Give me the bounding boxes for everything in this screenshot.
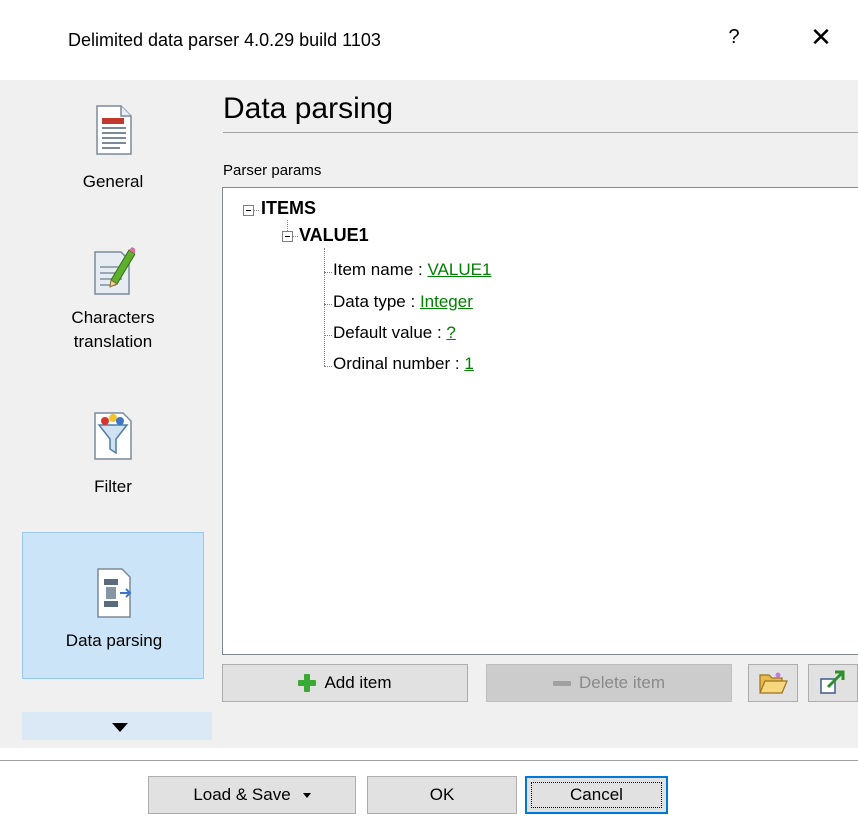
title-bar: Delimited data parser 4.0.29 build 1103 … xyxy=(0,0,858,80)
cancel-button[interactable]: Cancel xyxy=(525,776,668,814)
add-item-button[interactable]: Add item xyxy=(222,664,468,702)
tree-node-items[interactable]: ITEMS xyxy=(261,198,316,219)
tree-connector xyxy=(324,304,332,305)
nav-label-data-parsing: Data parsing xyxy=(65,631,163,650)
nav-item-filter[interactable]: Filter xyxy=(22,405,204,505)
nav-label-filter: Filter xyxy=(94,477,132,496)
export-button[interactable] xyxy=(808,664,858,702)
data-parsing-icon xyxy=(97,568,132,618)
open-button[interactable] xyxy=(748,664,798,702)
chevron-down-icon xyxy=(112,723,128,732)
nav-label-translation: translation xyxy=(73,332,153,351)
footer-divider xyxy=(0,760,858,761)
chevron-down-icon xyxy=(302,792,311,798)
delete-minus-icon xyxy=(553,680,571,686)
field-label: Item name : xyxy=(333,260,428,279)
tree-connector xyxy=(324,248,325,366)
folder-open-icon xyxy=(759,672,788,694)
collapse-items-icon[interactable] xyxy=(243,205,254,216)
window-title: Delimited data parser 4.0.29 build 1103 xyxy=(68,30,381,50)
field-label: Data type : xyxy=(333,292,420,311)
field-label: Default value : xyxy=(333,323,447,342)
load-save-label: Load & Save xyxy=(193,785,291,804)
tree-field-default-value[interactable]: Default value : ? xyxy=(333,323,456,343)
dialog-client-area: General Characters translation Filter Da… xyxy=(0,80,858,761)
tree-connector xyxy=(293,236,298,237)
parser-params-label: Parser params xyxy=(223,162,322,179)
filter-funnel-icon xyxy=(94,412,132,460)
field-value-link[interactable]: 1 xyxy=(464,354,473,373)
nav-label-general: General xyxy=(82,172,144,191)
title-divider xyxy=(223,132,858,133)
help-icon[interactable]: ? xyxy=(722,26,746,49)
tree-connector xyxy=(324,272,332,273)
ok-button[interactable]: OK xyxy=(367,776,517,814)
field-value-link[interactable]: ? xyxy=(446,323,455,342)
delete-item-label: Delete item xyxy=(579,673,665,692)
page-title: Data parsing xyxy=(223,92,394,125)
close-icon[interactable]: ✕ xyxy=(806,22,836,53)
nav-item-general[interactable]: General xyxy=(22,100,204,200)
tree-connector xyxy=(254,210,259,211)
nav-scroll-down-button[interactable] xyxy=(22,712,212,740)
collapse-value1-icon[interactable] xyxy=(282,231,293,242)
nav-item-data-parsing[interactable]: Data parsing xyxy=(22,532,204,679)
tree-field-data-type[interactable]: Data type : Integer xyxy=(333,292,473,312)
field-value-link[interactable]: Integer xyxy=(420,292,473,311)
export-icon xyxy=(820,670,845,694)
nav-item-characters-translation[interactable]: Characters translation xyxy=(22,240,204,370)
delete-item-button[interactable]: Delete item xyxy=(486,664,732,702)
tree-connector xyxy=(287,220,288,231)
focus-rectangle xyxy=(531,782,662,808)
add-item-label: Add item xyxy=(324,673,392,692)
field-label: Ordinal number : xyxy=(333,354,465,373)
nav-label-characters: Characters xyxy=(71,308,155,327)
tree-connector xyxy=(324,335,332,336)
tree-field-ordinal-number[interactable]: Ordinal number : 1 xyxy=(333,354,474,374)
ok-label: OK xyxy=(429,785,455,804)
load-save-button[interactable]: Load & Save xyxy=(148,776,356,814)
add-plus-icon xyxy=(298,674,317,692)
edit-pencil-icon xyxy=(94,247,135,295)
tree-node-value1[interactable]: VALUE1 xyxy=(299,225,369,246)
parser-params-tree[interactable]: ITEMS VALUE1 Item name : VALUE1 Data typ… xyxy=(222,187,858,655)
document-icon xyxy=(96,105,132,155)
field-value-link[interactable]: VALUE1 xyxy=(427,260,491,279)
tree-connector xyxy=(324,366,332,367)
tree-field-item-name[interactable]: Item name : VALUE1 xyxy=(333,260,491,280)
